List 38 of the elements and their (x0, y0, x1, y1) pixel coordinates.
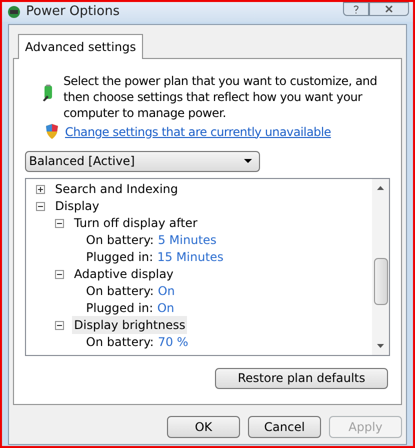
tree-item[interactable]: Display (53, 197, 102, 215)
help-icon (353, 4, 359, 14)
scroll-up-icon[interactable] (377, 186, 384, 190)
setting-value[interactable]: 70 % (158, 333, 188, 351)
intro-text: Select the power plan that you want to customize, and then choose settings that reflect how you want your computer to manage power. (63, 72, 378, 120)
change-settings-link[interactable]: Change settings that are currently unavailable (65, 122, 331, 140)
tree-item[interactable]: Adaptive display (72, 265, 176, 283)
setting-value[interactable]: On (158, 282, 175, 300)
plan-dropdown[interactable]: Balanced [Active] (25, 150, 260, 172)
close-icon (385, 5, 393, 13)
setting-value[interactable]: 15 Minutes (157, 248, 224, 266)
expand-icon[interactable] (36, 184, 45, 194)
scrollbar-thumb[interactable] (374, 258, 388, 304)
setting-label: On battery: (86, 283, 154, 300)
collapse-icon[interactable] (55, 218, 64, 228)
tab[interactable]: Advanced settings (18, 34, 143, 58)
setting-label: Plugged in: (86, 249, 154, 266)
shield-icon (45, 124, 59, 139)
scrollbar[interactable] (372, 178, 389, 354)
tree-item[interactable]: Display brightness (72, 316, 188, 334)
tree-item[interactable]: Search and Indexing (53, 180, 180, 198)
collapse-icon[interactable] (36, 202, 45, 210)
collapse-icon[interactable] (55, 270, 64, 278)
setting-label: On battery: (86, 232, 154, 249)
setting-label: Plugged in: (86, 300, 154, 317)
tree-item[interactable]: Turn off display after (72, 214, 200, 232)
dialog-button[interactable]: OK (167, 416, 240, 438)
restore-defaults-button[interactable]: Restore plan defaults (215, 368, 388, 388)
close-button[interactable] (369, 2, 409, 16)
setting-value[interactable]: 5 Minutes (158, 231, 217, 249)
setting-value[interactable]: On (157, 299, 174, 317)
collapse-icon[interactable] (55, 320, 64, 330)
window-title: Power Options (26, 3, 120, 21)
help-button[interactable] (343, 2, 369, 16)
dialog-button[interactable]: Cancel (248, 416, 321, 438)
scroll-down-icon[interactable] (377, 344, 384, 348)
dropdown-arrow-icon (244, 159, 252, 163)
setting-label: On battery: (86, 334, 154, 351)
